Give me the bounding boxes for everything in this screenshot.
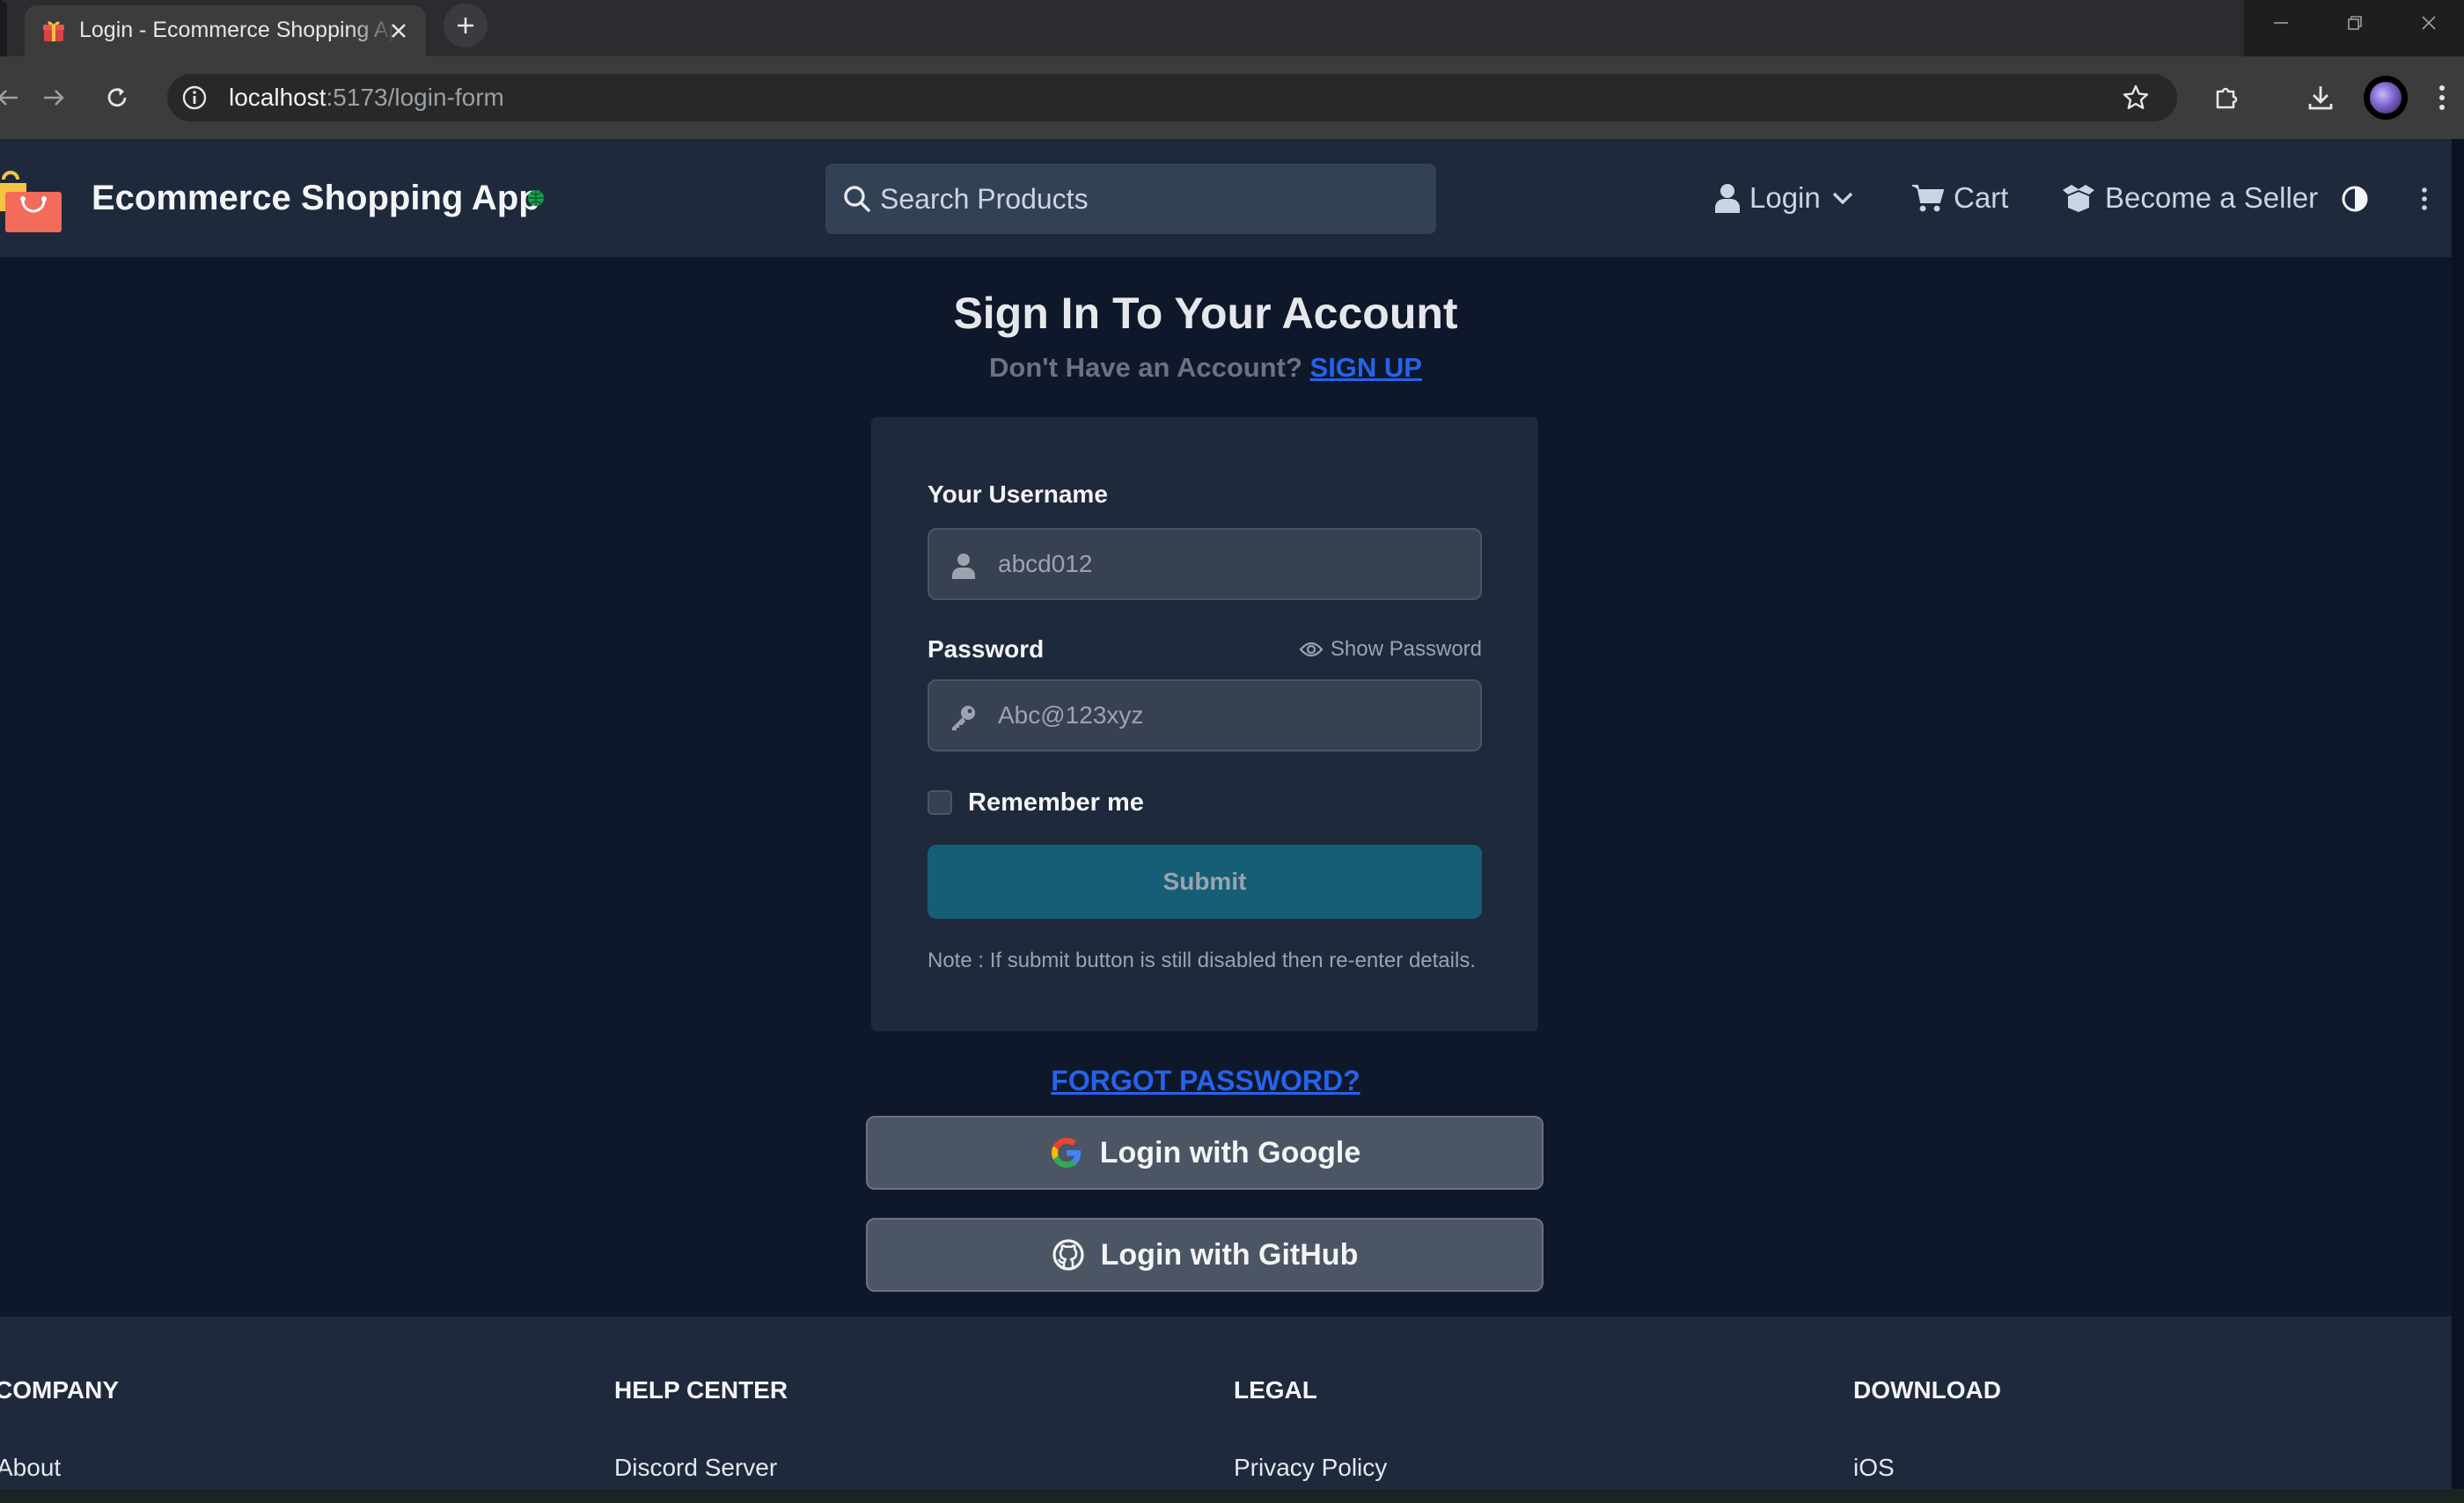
browser-tab-bar: Login - Ecommerce Shopping App <box>0 0 2464 56</box>
github-label: Login with GitHub <box>1100 1237 1359 1272</box>
footer-title-download: DOWNLOAD <box>1853 1376 2001 1404</box>
google-icon <box>1051 1138 1081 1168</box>
key-icon <box>949 702 979 732</box>
footer-link-ios[interactable]: iOS <box>1853 1452 1895 1484</box>
remember-me-checkbox[interactable] <box>928 790 952 815</box>
chevron-down-icon <box>1832 192 1852 205</box>
remember-me[interactable]: Remember me <box>928 785 1144 820</box>
cart-link[interactable]: Cart <box>1911 176 2008 220</box>
password-input[interactable] <box>998 681 1456 750</box>
globe-status-icon <box>528 190 544 206</box>
tab-title: Login - Ecommerce Shopping App <box>79 18 396 42</box>
remember-me-label: Remember me <box>968 788 1144 817</box>
github-icon <box>1052 1239 1084 1271</box>
user-icon <box>1715 184 1740 213</box>
password-field[interactable] <box>928 679 1482 752</box>
show-password-label: Show Password <box>1330 637 1482 661</box>
username-label: Your Username <box>928 480 1108 508</box>
arrow-right-icon <box>44 90 64 106</box>
reload-icon <box>107 88 127 107</box>
site-info-icon[interactable] <box>178 81 211 114</box>
restore-icon <box>2348 16 2362 30</box>
search-bar[interactable]: Search Products <box>825 164 1436 234</box>
address-bar[interactable]: localhost:5173/login-form <box>167 74 2177 121</box>
username-input[interactable] <box>998 530 1456 598</box>
login-label: Login <box>1749 181 1821 214</box>
bookmark-star-icon[interactable] <box>2119 81 2152 114</box>
footer-title-company: COMPANY <box>0 1376 120 1404</box>
footer-title-help-center: HELP CENTER <box>614 1376 788 1404</box>
more-options-icon[interactable] <box>2411 181 2438 216</box>
password-label: Password <box>928 635 1045 663</box>
login-google-button[interactable]: Login with Google <box>866 1116 1544 1190</box>
footer: COMPANY About HELP CENTER Discord Server… <box>0 1316 2464 1489</box>
forgot-password-link[interactable]: FORGOT PASSWORD? <box>0 1061 2411 1100</box>
no-account-text: Don't Have an Account? <box>989 352 1302 383</box>
url-host: localhost <box>229 84 326 111</box>
browser-tab-active[interactable]: Login - Ecommerce Shopping App <box>25 5 426 56</box>
cart-icon <box>1912 185 1945 212</box>
submit-note: Note : If submit button is still disable… <box>928 949 1476 972</box>
footer-link-privacy[interactable]: Privacy Policy <box>1234 1452 1387 1484</box>
forward-button[interactable] <box>33 77 74 118</box>
google-label: Login with Google <box>1099 1135 1361 1169</box>
brand-name[interactable]: Ecommerce Shopping App <box>92 176 540 220</box>
avatar-image <box>2370 82 2402 114</box>
login-dropdown[interactable]: Login <box>1714 176 1863 220</box>
become-seller-link[interactable]: Become a Seller <box>2061 176 2318 220</box>
gift-favicon-icon <box>43 21 64 41</box>
footer-link-discord[interactable]: Discord Server <box>614 1452 777 1484</box>
url-text[interactable]: localhost:5173/login-form <box>229 83 504 113</box>
submit-button[interactable]: Submit <box>928 845 1482 919</box>
minimize-window-button[interactable] <box>2244 0 2318 46</box>
username-field[interactable] <box>928 528 1482 600</box>
browser-menu-icon[interactable] <box>2429 77 2455 118</box>
url-path: :5173/login-form <box>326 84 504 111</box>
box-open-icon <box>2063 185 2094 212</box>
previous-tab-edge[interactable] <box>0 0 7 56</box>
login-github-button[interactable]: Login with GitHub <box>866 1218 1544 1292</box>
reload-button[interactable] <box>97 77 137 118</box>
back-button[interactable] <box>0 77 28 118</box>
cart-label: Cart <box>1954 181 2009 214</box>
login-form-card: Your Username Password Show Password Rem… <box>871 417 1538 1031</box>
page-scrollbar[interactable] <box>2452 139 2464 1489</box>
signup-prompt: Don't Have an Account? SIGN UP <box>0 348 2411 387</box>
close-tab-icon[interactable] <box>384 16 414 46</box>
shopping-bag-logo-icon[interactable] <box>0 171 63 232</box>
plus-icon <box>458 18 473 33</box>
search-icon <box>844 186 870 212</box>
search-placeholder: Search Products <box>880 183 1089 215</box>
forgot-password-label[interactable]: FORGOT PASSWORD? <box>1051 1065 1360 1096</box>
download-icon[interactable] <box>2300 77 2341 118</box>
os-taskbar-edge <box>0 1489 2464 1503</box>
close-icon <box>2422 16 2436 30</box>
signup-link[interactable]: SIGN UP <box>1310 352 1422 383</box>
close-window-button[interactable] <box>2392 0 2464 46</box>
window-controls <box>2244 0 2464 56</box>
extensions-icon[interactable] <box>2207 77 2248 118</box>
user-icon <box>949 551 979 581</box>
restore-window-button[interactable] <box>2318 0 2392 46</box>
show-password-toggle[interactable]: Show Password <box>1299 634 1482 665</box>
minimize-icon <box>2274 22 2288 24</box>
arrow-left-icon <box>0 90 18 106</box>
eye-icon <box>1299 642 1324 657</box>
page-title: Sign In To Your Account <box>953 289 1458 338</box>
app-header: Ecommerce Shopping App Search Products L… <box>0 139 2464 257</box>
theme-toggle-icon[interactable] <box>2337 181 2372 216</box>
footer-link-about[interactable]: About <box>0 1452 61 1484</box>
footer-title-legal: LEGAL <box>1234 1376 1317 1404</box>
profile-avatar[interactable] <box>2364 76 2408 120</box>
new-tab-button[interactable] <box>444 4 488 48</box>
seller-label: Become a Seller <box>2105 181 2319 214</box>
